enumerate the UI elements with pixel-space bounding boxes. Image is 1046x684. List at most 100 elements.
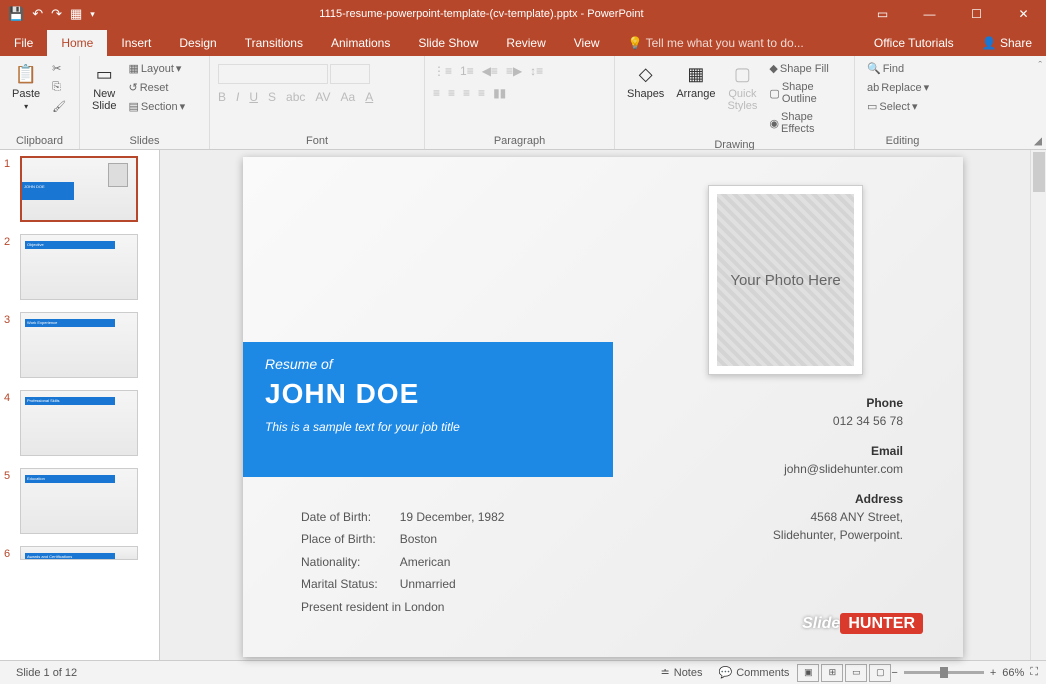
slide-counter[interactable]: Slide 1 of 12 <box>8 667 85 679</box>
thumbnail-4[interactable]: Professional Skills <box>20 390 138 456</box>
tab-design[interactable]: Design <box>165 30 230 56</box>
group-editing: Editing <box>863 133 942 147</box>
zoom-slider[interactable] <box>904 671 984 674</box>
menu-bar: File Home Insert Design Transitions Anim… <box>0 28 1046 56</box>
strike-icon[interactable]: S <box>268 90 276 104</box>
name-text: JOHN DOE <box>265 378 591 410</box>
group-paragraph: Paragraph <box>433 133 606 147</box>
zoom-out-icon[interactable]: − <box>891 667 897 679</box>
font-color-icon[interactable]: A <box>365 90 373 104</box>
normal-view-icon[interactable]: ▣ <box>797 664 819 682</box>
reset-button[interactable]: ↺ Reset <box>124 79 189 96</box>
group-slides: Slides <box>88 133 201 147</box>
minimize-icon[interactable]: — <box>907 0 952 28</box>
group-drawing: Drawing <box>623 137 846 151</box>
layout-button[interactable]: ▦ Layout ▾ <box>124 60 189 77</box>
indent-dec-icon[interactable]: ◀≡ <box>482 64 498 78</box>
case-icon[interactable]: Aa <box>341 90 356 104</box>
quick-access-toolbar: 💾 ↶ ↷ ▦ ▾ <box>0 6 103 22</box>
contact-info[interactable]: Phone 012 34 56 78 Email john@slidehunte… <box>773 382 903 544</box>
tell-me[interactable]: 💡 Tell me what you want to do... <box>614 30 818 56</box>
italic-icon[interactable]: I <box>236 90 239 104</box>
title-bar: 💾 ↶ ↷ ▦ ▾ 1115-resume-powerpoint-templat… <box>0 0 1046 28</box>
tab-insert[interactable]: Insert <box>107 30 165 56</box>
shape-fill-button[interactable]: ◆ Shape Fill <box>765 60 846 77</box>
notes-button[interactable]: ≐ Notes <box>653 666 711 679</box>
copy-icon[interactable]: ⎘ <box>48 79 70 96</box>
slideshow-view-icon[interactable]: ▢ <box>869 664 891 682</box>
ribbon: 📋Paste▾ ✂ ⎘ 🖌 Clipboard ◢ ▭New Slide ▦ L… <box>0 56 1046 150</box>
thumbnail-2[interactable]: Objective <box>20 234 138 300</box>
photo-placeholder[interactable]: Your Photo Here <box>708 185 863 375</box>
tab-slideshow[interactable]: Slide Show <box>404 30 492 56</box>
qat-more-icon[interactable]: ▾ <box>90 9 95 20</box>
thumbnail-3[interactable]: Work Experience <box>20 312 138 378</box>
office-tutorials[interactable]: Office Tutorials <box>860 30 968 56</box>
drawing-expand-icon[interactable]: ◢ <box>1034 136 1042 147</box>
shadow-icon[interactable]: abc <box>286 90 305 104</box>
numbering-icon[interactable]: 1≡ <box>460 64 474 78</box>
tab-file[interactable]: File <box>0 30 47 56</box>
underline-icon[interactable]: U <box>249 90 258 104</box>
select-button[interactable]: ▭ Select ▾ <box>863 98 933 115</box>
quick-styles-button[interactable]: ▢Quick Styles <box>723 60 761 114</box>
save-icon[interactable]: 💾 <box>8 6 24 22</box>
personal-details[interactable]: Date of Birth:19 December, 1982 Place of… <box>299 505 526 619</box>
comments-button[interactable]: 💬 Comments <box>711 666 798 679</box>
columns-icon[interactable]: ▮▮ <box>493 86 506 100</box>
spacing-icon[interactable]: AV <box>315 90 330 104</box>
paste-button[interactable]: 📋Paste▾ <box>8 60 44 113</box>
reading-view-icon[interactable]: ▭ <box>845 664 867 682</box>
window-title: 1115-resume-powerpoint-template-(cv-temp… <box>103 8 860 20</box>
title-box[interactable]: Resume of JOHN DOE This is a sample text… <box>243 342 613 477</box>
indent-inc-icon[interactable]: ≡▶ <box>506 64 522 78</box>
arrange-button[interactable]: ▦Arrange <box>672 60 719 102</box>
tab-review[interactable]: Review <box>492 30 559 56</box>
tab-view[interactable]: View <box>560 30 614 56</box>
justify-icon[interactable]: ≡ <box>478 86 485 100</box>
shape-outline-button[interactable]: ▢ Shape Outline <box>765 79 846 107</box>
new-slide-button[interactable]: ▭New Slide <box>88 60 120 114</box>
thumbnail-5[interactable]: Education <box>20 468 138 534</box>
thumbnail-1[interactable]: JOHN DOE <box>20 156 138 222</box>
zoom-in-icon[interactable]: + <box>990 667 996 679</box>
redo-icon[interactable]: ↷ <box>51 6 62 22</box>
ribbon-options-icon[interactable]: ▭ <box>860 0 905 28</box>
shape-effects-button[interactable]: ◉ Shape Effects <box>765 109 846 137</box>
section-button[interactable]: ▤ Section ▾ <box>124 98 189 115</box>
line-spacing-icon[interactable]: ↕≡ <box>530 64 543 78</box>
fit-window-icon[interactable]: ⛶ <box>1030 666 1038 679</box>
resume-of-label: Resume of <box>265 356 591 372</box>
replace-button[interactable]: ab Replace ▾ <box>863 79 933 96</box>
collapse-ribbon-icon[interactable]: ˆ <box>1038 60 1042 72</box>
tab-animations[interactable]: Animations <box>317 30 404 56</box>
start-from-beginning-icon[interactable]: ▦ <box>70 6 82 22</box>
bold-icon[interactable]: B <box>218 90 226 104</box>
maximize-icon[interactable]: ☐ <box>954 0 999 28</box>
tab-transitions[interactable]: Transitions <box>231 30 317 56</box>
vertical-scrollbar[interactable] <box>1030 150 1046 660</box>
slide-editor[interactable]: Your Photo Here Resume of JOHN DOE This … <box>160 150 1046 660</box>
align-center-icon[interactable]: ≡ <box>448 86 455 100</box>
zoom-level[interactable]: 66% <box>1002 667 1024 679</box>
cut-icon[interactable]: ✂ <box>48 60 70 77</box>
undo-icon[interactable]: ↶ <box>32 6 43 22</box>
format-painter-icon[interactable]: 🖌 <box>48 98 70 115</box>
shapes-button[interactable]: ◇Shapes <box>623 60 668 102</box>
status-bar: Slide 1 of 12 ≐ Notes 💬 Comments ▣ ⊞ ▭ ▢… <box>0 660 1046 684</box>
share-button[interactable]: 👤 Share <box>968 30 1046 56</box>
group-clipboard: Clipboard <box>8 133 71 147</box>
bullets-icon[interactable]: ⋮≡ <box>433 64 452 78</box>
align-left-icon[interactable]: ≡ <box>433 86 440 100</box>
align-right-icon[interactable]: ≡ <box>463 86 470 100</box>
slide-canvas[interactable]: Your Photo Here Resume of JOHN DOE This … <box>243 157 963 657</box>
find-button[interactable]: 🔍 Find <box>863 60 933 77</box>
thumbnail-6[interactable]: Awards and Certifications <box>20 546 138 560</box>
subtitle-text: This is a sample text for your job title <box>265 420 591 434</box>
workspace: 1 JOHN DOE 2 Objective 3 Work Experience… <box>0 150 1046 660</box>
slide-thumbnails[interactable]: 1 JOHN DOE 2 Objective 3 Work Experience… <box>0 150 160 660</box>
sorter-view-icon[interactable]: ⊞ <box>821 664 843 682</box>
close-icon[interactable]: ✕ <box>1001 0 1046 28</box>
tab-home[interactable]: Home <box>47 30 107 56</box>
slidehunter-logo: SlideHUNTER <box>802 615 923 633</box>
